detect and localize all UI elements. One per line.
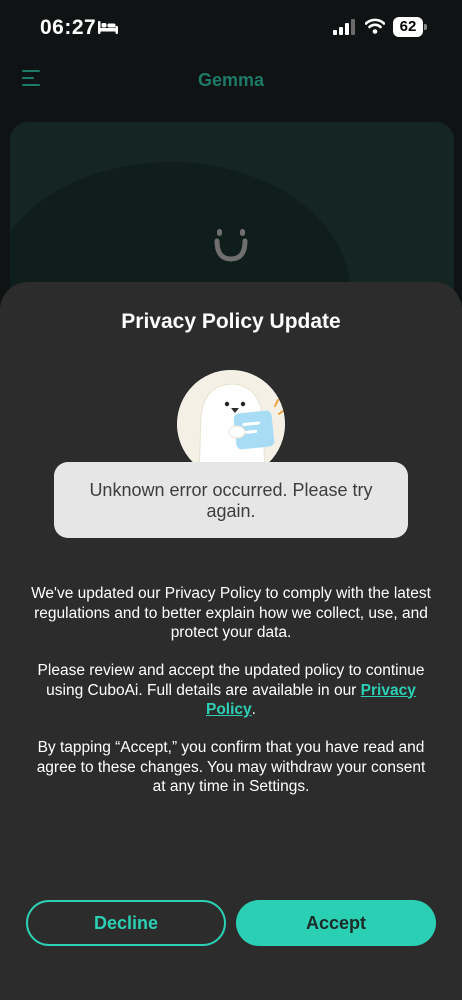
battery-icon: 62 (393, 17, 427, 37)
accept-button[interactable]: Accept (236, 900, 436, 946)
policy-paragraph-2-end: . (251, 701, 256, 718)
error-toast: Unknown error occurred. Please try again… (54, 462, 408, 538)
policy-paragraph-2: Please review and accept the updated pol… (30, 661, 432, 720)
app-title: Gemma (197, 70, 265, 90)
screen: 06:27 62 Gemma Privacy Policy Update We'… (0, 0, 462, 1000)
app-header: Gemma (0, 56, 462, 106)
status-time: 06:27 (40, 16, 97, 39)
wifi-icon (365, 18, 385, 34)
decline-button[interactable]: Decline (26, 900, 226, 946)
battery-level: 62 (393, 17, 423, 37)
policy-paragraph-3: By tapping “Accept,” you confirm that yo… (36, 739, 426, 795)
battery-tip (424, 24, 427, 30)
policy-paragraph-1: We've updated our Privacy Policy to comp… (31, 585, 431, 641)
status-bar: 06:27 62 (0, 0, 462, 56)
cellular-signal-icon (333, 19, 355, 35)
bed-icon (98, 21, 118, 34)
sheet-title: Privacy Policy Update (121, 310, 341, 333)
cuboai-logo-icon (214, 229, 248, 262)
privacy-policy-sheet: Privacy Policy Update We've updated our … (0, 282, 462, 1000)
